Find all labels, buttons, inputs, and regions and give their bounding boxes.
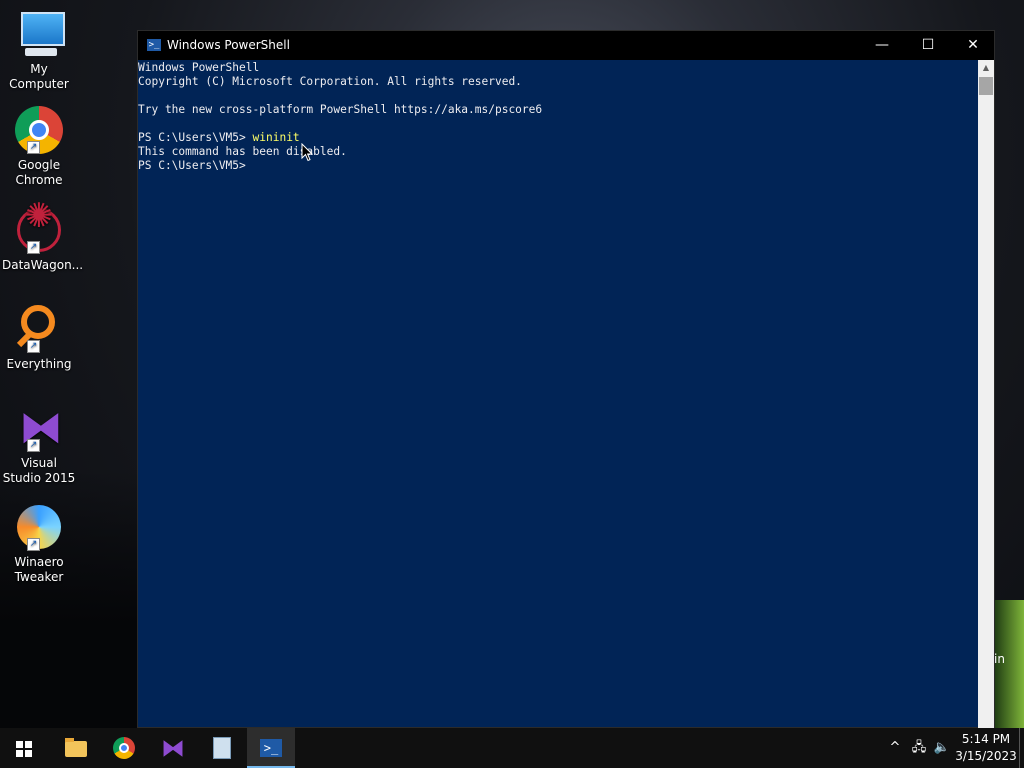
minimize-button[interactable]: — bbox=[859, 31, 905, 60]
console-copyright-line: Copyright (C) Microsoft Corporation. All… bbox=[138, 75, 522, 88]
shortcut-arrow-icon: ↗ bbox=[27, 538, 40, 551]
visual-studio-icon: ⧓ ↗ bbox=[19, 402, 63, 453]
taskbar-calculator[interactable] bbox=[198, 728, 246, 768]
taskbar-file-explorer[interactable] bbox=[51, 728, 99, 768]
taskbar-powershell[interactable]: >_ bbox=[247, 728, 295, 768]
powershell-icon: >_ bbox=[147, 39, 161, 51]
console-output[interactable]: Windows PowerShell Copyright (C) Microso… bbox=[138, 60, 978, 729]
datawagon-icon: ↗ bbox=[15, 206, 63, 254]
taskbar-clock[interactable]: 5:14 PM 3/15/2023 bbox=[952, 731, 1020, 765]
activation-watermark: in bbox=[994, 652, 1005, 666]
desktop-icon-everything[interactable]: ↗ Everything bbox=[2, 305, 76, 372]
mouse-cursor-icon bbox=[301, 143, 313, 162]
scrollbar-thumb[interactable] bbox=[979, 77, 993, 95]
powershell-icon: >_ bbox=[260, 739, 282, 757]
powershell-window[interactable]: >_ Windows PowerShell — ☐ ✕ Windows Powe… bbox=[137, 30, 995, 728]
chrome-icon bbox=[113, 737, 135, 759]
visual-studio-icon: ⧓ bbox=[161, 734, 185, 762]
taskbar-chrome[interactable] bbox=[100, 728, 148, 768]
winaero-icon: ↗ bbox=[15, 503, 63, 551]
desktop-icon-label: Visual Studio 2015 bbox=[2, 456, 76, 485]
show-desktop-button[interactable] bbox=[1019, 728, 1020, 768]
desktop-icon-label: DataWagon... bbox=[2, 258, 84, 272]
shortcut-arrow-icon: ↗ bbox=[27, 241, 40, 254]
clock-time: 5:14 PM bbox=[961, 732, 1011, 746]
console-tip-line: Try the new cross-platform PowerShell ht… bbox=[138, 103, 543, 116]
start-icon bbox=[16, 741, 32, 757]
desktop-icon-label: Winaero Tweaker bbox=[14, 555, 64, 584]
clock-date: 3/15/2023 bbox=[955, 749, 1017, 763]
console-output-line: This command has been disabled. bbox=[138, 145, 347, 158]
chevron-up-icon[interactable]: ^ bbox=[884, 728, 906, 768]
shortcut-arrow-icon: ↗ bbox=[27, 340, 40, 353]
scroll-up-icon[interactable]: ▲ bbox=[978, 60, 994, 76]
chrome-icon: ↗ bbox=[15, 106, 63, 154]
calculator-icon bbox=[213, 737, 231, 759]
maximize-button[interactable]: ☐ bbox=[905, 31, 951, 60]
shortcut-arrow-icon: ↗ bbox=[27, 439, 40, 452]
computer-icon bbox=[15, 10, 65, 58]
desktop-icon-label: Everything bbox=[6, 357, 72, 371]
console-prompt: PS C:\Users\VM5> bbox=[138, 159, 253, 172]
desktop-icon-label: Google Chrome bbox=[15, 158, 63, 187]
network-icon[interactable]: 🖧 bbox=[907, 728, 931, 768]
desktop-icon-visual-studio[interactable]: ⧓ ↗ Visual Studio 2015 bbox=[2, 404, 76, 486]
desktop-icon-datawagon[interactable]: ↗ DataWagon... bbox=[2, 206, 84, 273]
taskbar: ⧓ >_ ^ 🖧 🔈 5:14 PM 3/15/2023 bbox=[0, 728, 1024, 768]
start-button[interactable] bbox=[0, 728, 48, 768]
desktop-icon-winaero[interactable]: ↗ Winaero Tweaker bbox=[2, 503, 76, 585]
close-button[interactable]: ✕ bbox=[950, 31, 996, 60]
everything-icon: ↗ bbox=[15, 305, 63, 353]
volume-icon[interactable]: 🔈 bbox=[931, 728, 953, 768]
window-title: Windows PowerShell bbox=[167, 38, 290, 52]
desktop-icon-label: My Computer bbox=[9, 62, 69, 91]
file-explorer-icon bbox=[65, 738, 87, 757]
console-prompt: PS C:\Users\VM5> bbox=[138, 131, 253, 144]
taskbar-visual-studio[interactable]: ⧓ bbox=[149, 728, 197, 768]
desktop-icon-google-chrome[interactable]: ↗ Google Chrome bbox=[2, 106, 76, 188]
window-titlebar[interactable]: >_ Windows PowerShell — ☐ ✕ bbox=[138, 31, 994, 60]
console-scrollbar[interactable]: ▲ bbox=[978, 60, 994, 728]
shortcut-arrow-icon: ↗ bbox=[27, 141, 40, 154]
console-header-line: Windows PowerShell bbox=[138, 61, 260, 74]
console-command: wininit bbox=[252, 131, 300, 144]
desktop-icon-my-computer[interactable]: My Computer bbox=[2, 10, 76, 92]
